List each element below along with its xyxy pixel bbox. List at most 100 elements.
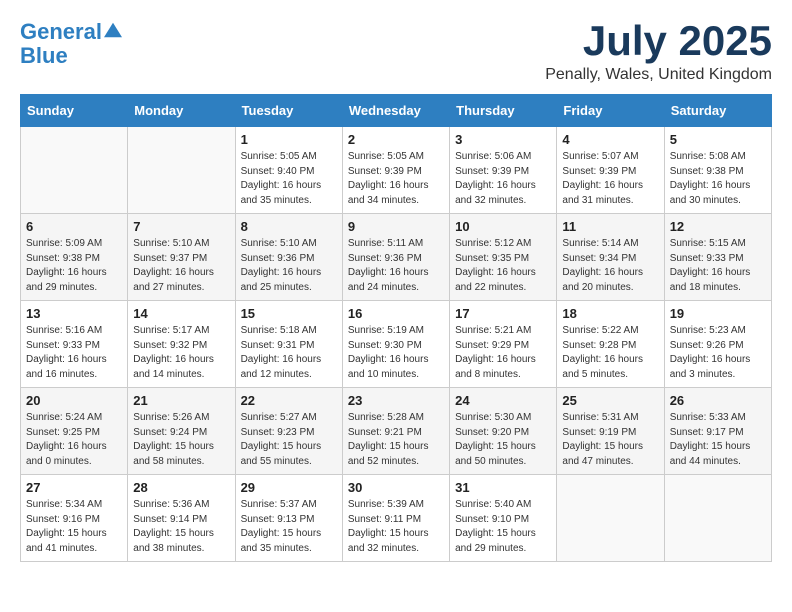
week-row-3: 13Sunrise: 5:16 AM Sunset: 9:33 PM Dayli… [21,301,772,388]
day-info: Sunrise: 5:33 AM Sunset: 9:17 PM Dayligh… [670,411,766,469]
location-title: Penally, Wales, United Kingdom [545,66,772,84]
day-cell: 4 Sunrise: 5:07 AM Sunset: 9:39 PM Daylig… [557,127,664,214]
day-cell: 3Sunrise: 5:06 AM Sunset: 9:39 PM Daylig… [450,127,557,214]
day-info: Sunrise: 5:40 AM Sunset: 9:10 PM Dayligh… [455,498,551,556]
day-number: 18 [562,306,658,321]
day-info: Sunrise: 5:10 AM Sunset: 9:36 PM Dayligh… [241,237,337,295]
day-header-saturday: Saturday [664,95,771,127]
calendar-body: 1Sunrise: 5:05 AM Sunset: 9:40 PM Daylig… [21,127,772,562]
week-row-2: 6 Sunrise: 5:09 AM Sunset: 9:38 PM Daylig… [21,214,772,301]
day-number: 10 [455,219,551,234]
day-number: 5 [670,132,766,147]
day-number: 14 [133,306,229,321]
day-number: 12 [670,219,766,234]
day-info: Sunrise: 5:06 AM Sunset: 9:39 PM Dayligh… [455,150,551,208]
day-number: 2 [348,132,444,147]
day-cell: 9Sunrise: 5:11 AM Sunset: 9:36 PM Daylig… [342,214,449,301]
day-cell: 22 Sunrise: 5:27 AM Sunset: 9:23 PM Dayli… [235,388,342,475]
logo: General Blue [20,20,122,68]
day-cell: 18 Sunrise: 5:22 AM Sunset: 9:28 PM Dayli… [557,301,664,388]
day-number: 21 [133,393,229,408]
day-info: Sunrise: 5:07 AM Sunset: 9:39 PM Dayligh… [562,150,658,208]
day-number: 15 [241,306,337,321]
logo-triangle-icon [104,21,122,39]
day-info: Sunrise: 5:31 AM Sunset: 9:19 PM Dayligh… [562,411,658,469]
day-number: 20 [26,393,122,408]
logo-text: General Blue [20,20,122,68]
day-info: Sunrise: 5:14 AM Sunset: 9:34 PM Dayligh… [562,237,658,295]
day-number: 17 [455,306,551,321]
day-number: 22 [241,393,337,408]
day-info: Sunrise: 5:12 AM Sunset: 9:35 PM Dayligh… [455,237,551,295]
day-cell: 14 Sunrise: 5:17 AM Sunset: 9:32 PM Dayli… [128,301,235,388]
day-header-friday: Friday [557,95,664,127]
day-number: 19 [670,306,766,321]
title-block: July 2025 Penally, Wales, United Kingdom [545,20,772,84]
day-info: Sunrise: 5:17 AM Sunset: 9:32 PM Dayligh… [133,324,229,382]
day-cell: 28Sunrise: 5:36 AM Sunset: 9:14 PM Dayli… [128,475,235,562]
day-number: 7 [133,219,229,234]
day-info: Sunrise: 5:26 AM Sunset: 9:24 PM Dayligh… [133,411,229,469]
day-number: 31 [455,480,551,495]
day-cell [128,127,235,214]
day-info: Sunrise: 5:22 AM Sunset: 9:28 PM Dayligh… [562,324,658,382]
day-number: 4 [562,132,658,147]
week-row-1: 1Sunrise: 5:05 AM Sunset: 9:40 PM Daylig… [21,127,772,214]
day-cell: 11 Sunrise: 5:14 AM Sunset: 9:34 PM Dayli… [557,214,664,301]
day-info: Sunrise: 5:10 AM Sunset: 9:37 PM Dayligh… [133,237,229,295]
day-info: Sunrise: 5:09 AM Sunset: 9:38 PM Dayligh… [26,237,122,295]
day-number: 27 [26,480,122,495]
day-info: Sunrise: 5:16 AM Sunset: 9:33 PM Dayligh… [26,324,122,382]
calendar-header-row: SundayMondayTuesdayWednesdayThursdayFrid… [21,95,772,127]
day-cell: 8Sunrise: 5:10 AM Sunset: 9:36 PM Daylig… [235,214,342,301]
day-info: Sunrise: 5:05 AM Sunset: 9:40 PM Dayligh… [241,150,337,208]
day-info: Sunrise: 5:15 AM Sunset: 9:33 PM Dayligh… [670,237,766,295]
day-number: 11 [562,219,658,234]
day-cell: 19 Sunrise: 5:23 AM Sunset: 9:26 PM Dayli… [664,301,771,388]
day-info: Sunrise: 5:08 AM Sunset: 9:38 PM Dayligh… [670,150,766,208]
day-cell: 21 Sunrise: 5:26 AM Sunset: 9:24 PM Dayli… [128,388,235,475]
day-info: Sunrise: 5:28 AM Sunset: 9:21 PM Dayligh… [348,411,444,469]
day-number: 25 [562,393,658,408]
day-cell: 27 Sunrise: 5:34 AM Sunset: 9:16 PM Dayli… [21,475,128,562]
day-number: 29 [241,480,337,495]
day-cell [664,475,771,562]
day-info: Sunrise: 5:34 AM Sunset: 9:16 PM Dayligh… [26,498,122,556]
day-cell: 2 Sunrise: 5:05 AM Sunset: 9:39 PM Daylig… [342,127,449,214]
day-cell: 12 Sunrise: 5:15 AM Sunset: 9:33 PM Dayli… [664,214,771,301]
day-cell: 7 Sunrise: 5:10 AM Sunset: 9:37 PM Daylig… [128,214,235,301]
day-cell: 13Sunrise: 5:16 AM Sunset: 9:33 PM Dayli… [21,301,128,388]
day-info: Sunrise: 5:24 AM Sunset: 9:25 PM Dayligh… [26,411,122,469]
week-row-4: 20 Sunrise: 5:24 AM Sunset: 9:25 PM Dayli… [21,388,772,475]
day-cell: 16 Sunrise: 5:19 AM Sunset: 9:30 PM Dayli… [342,301,449,388]
day-cell: 1Sunrise: 5:05 AM Sunset: 9:40 PM Daylig… [235,127,342,214]
day-header-tuesday: Tuesday [235,95,342,127]
month-title: July 2025 [545,20,772,62]
day-info: Sunrise: 5:19 AM Sunset: 9:30 PM Dayligh… [348,324,444,382]
day-cell: 25 Sunrise: 5:31 AM Sunset: 9:19 PM Dayli… [557,388,664,475]
day-number: 6 [26,219,122,234]
header: General Blue July 2025 Penally, Wales, U… [20,20,772,84]
day-info: Sunrise: 5:21 AM Sunset: 9:29 PM Dayligh… [455,324,551,382]
day-cell: 29Sunrise: 5:37 AM Sunset: 9:13 PM Dayli… [235,475,342,562]
day-cell: 26Sunrise: 5:33 AM Sunset: 9:17 PM Dayli… [664,388,771,475]
day-cell: 15Sunrise: 5:18 AM Sunset: 9:31 PM Dayli… [235,301,342,388]
day-number: 23 [348,393,444,408]
day-number: 16 [348,306,444,321]
day-header-wednesday: Wednesday [342,95,449,127]
day-cell: 17 Sunrise: 5:21 AM Sunset: 9:29 PM Dayli… [450,301,557,388]
day-cell: 30Sunrise: 5:39 AM Sunset: 9:11 PM Dayli… [342,475,449,562]
day-header-monday: Monday [128,95,235,127]
logo-line1: General [20,19,102,44]
day-cell: 5 Sunrise: 5:08 AM Sunset: 9:38 PM Daylig… [664,127,771,214]
day-number: 28 [133,480,229,495]
day-info: Sunrise: 5:05 AM Sunset: 9:39 PM Dayligh… [348,150,444,208]
day-number: 24 [455,393,551,408]
day-info: Sunrise: 5:27 AM Sunset: 9:23 PM Dayligh… [241,411,337,469]
day-cell: 24Sunrise: 5:30 AM Sunset: 9:20 PM Dayli… [450,388,557,475]
calendar-table: SundayMondayTuesdayWednesdayThursdayFrid… [20,94,772,562]
day-info: Sunrise: 5:23 AM Sunset: 9:26 PM Dayligh… [670,324,766,382]
day-info: Sunrise: 5:39 AM Sunset: 9:11 PM Dayligh… [348,498,444,556]
day-cell: 23 Sunrise: 5:28 AM Sunset: 9:21 PM Dayli… [342,388,449,475]
day-cell: 20 Sunrise: 5:24 AM Sunset: 9:25 PM Dayli… [21,388,128,475]
